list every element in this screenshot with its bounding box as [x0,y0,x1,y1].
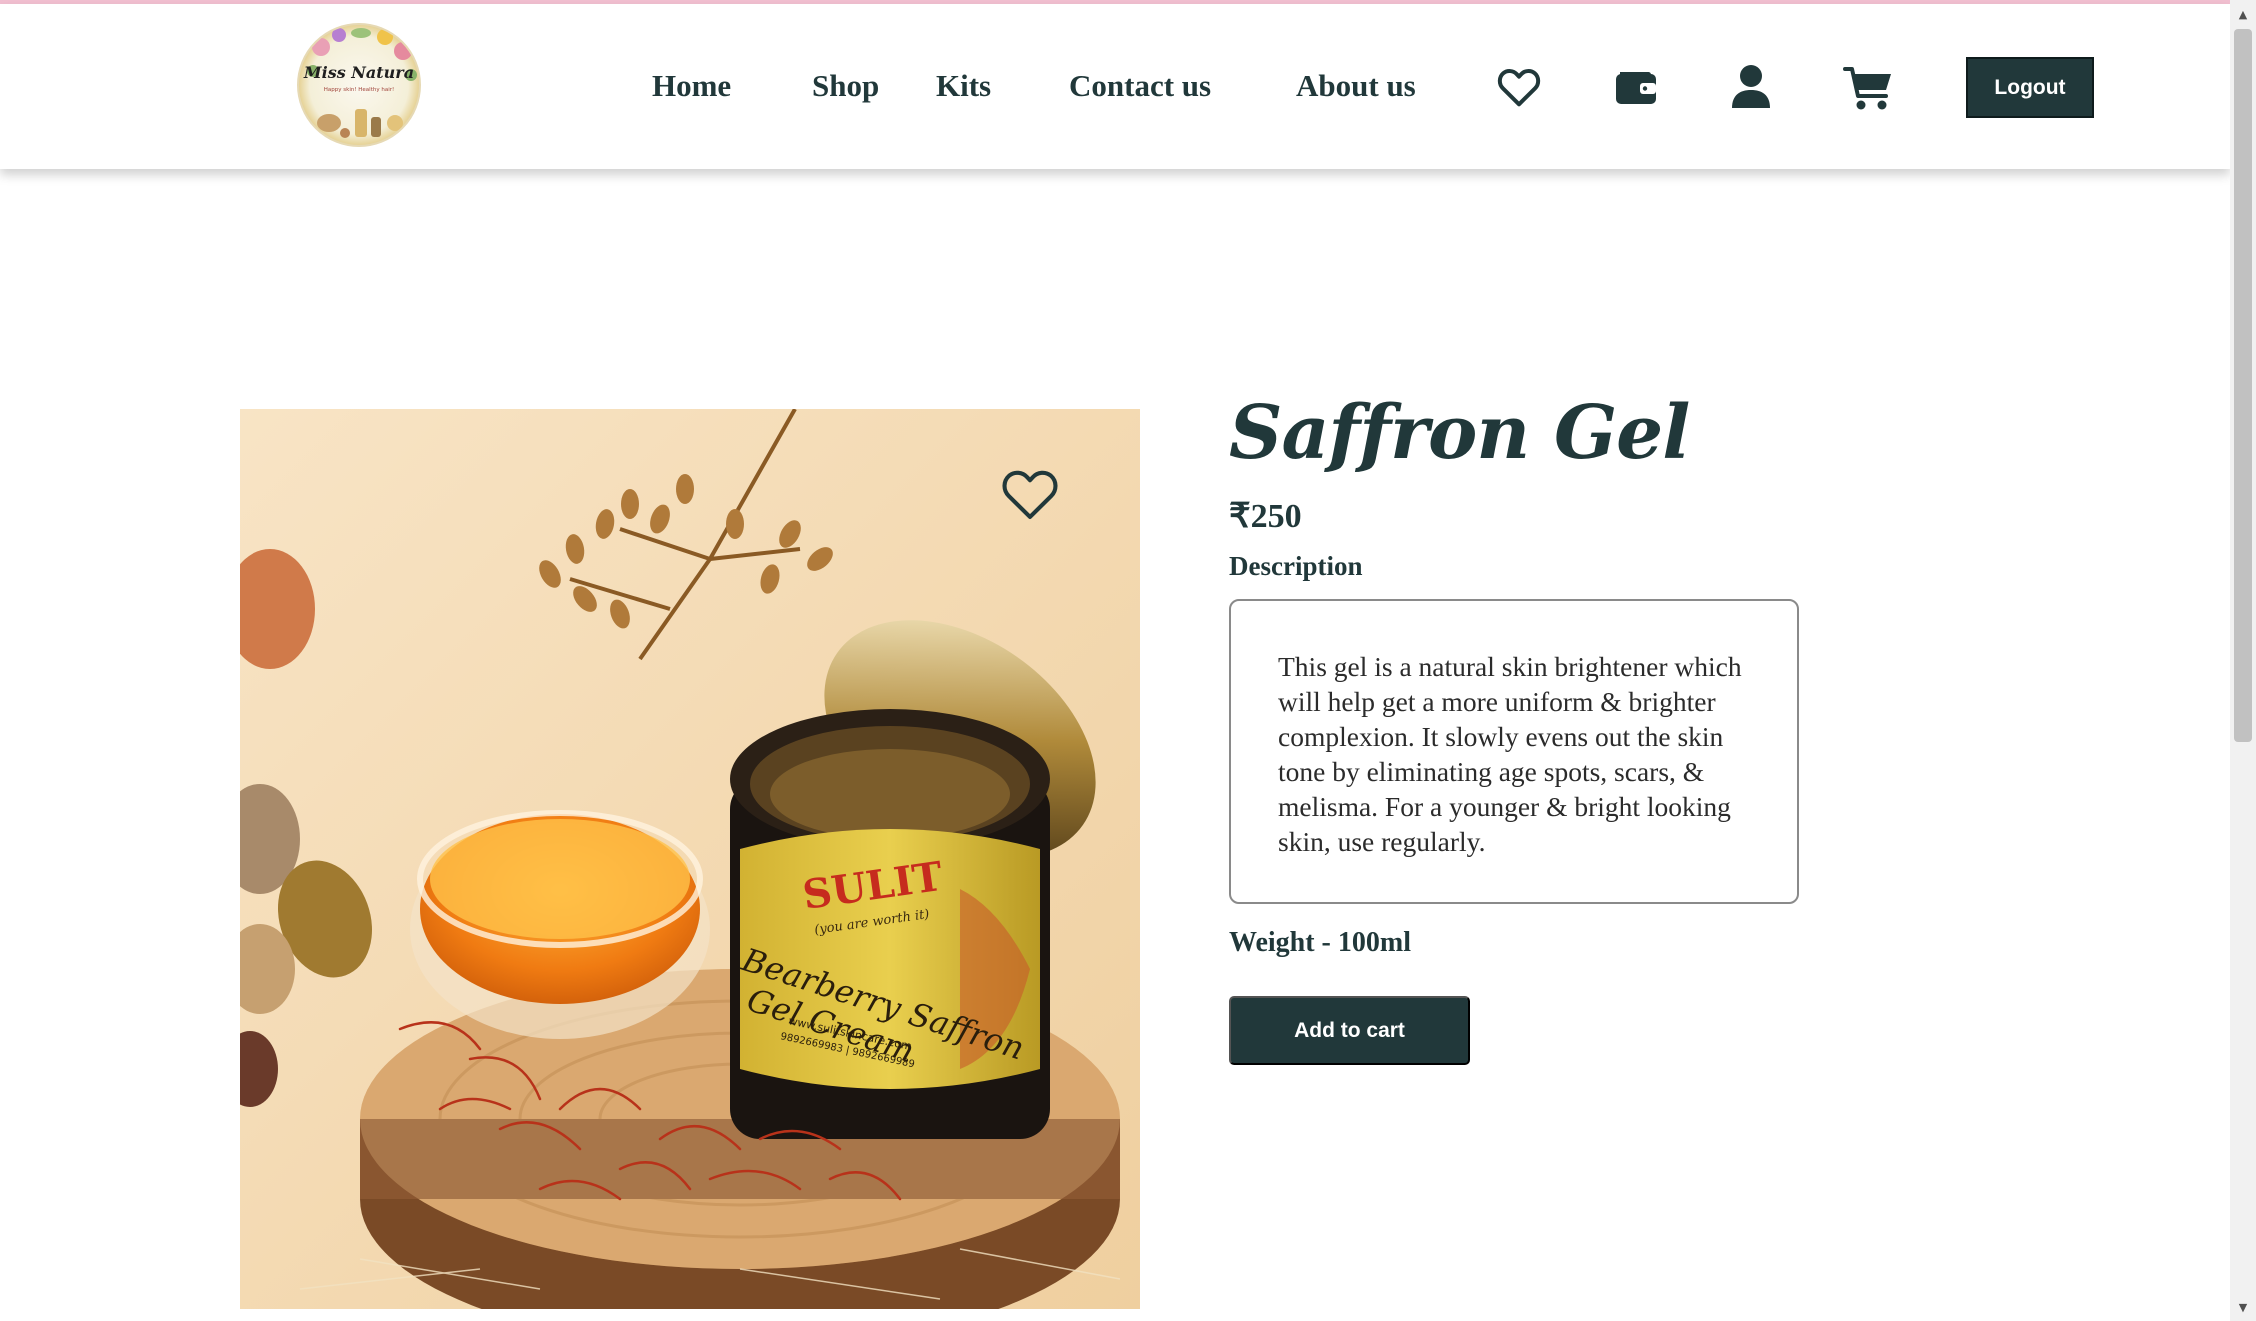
product-image: SULIT (you are worth it) Bearberry Saffr… [240,409,1140,1309]
wallet-icon[interactable] [1614,66,1658,106]
wishlist-heart-icon[interactable] [1001,467,1059,521]
scroll-up-arrow[interactable]: ▲ [2236,8,2250,22]
user-icon[interactable] [1730,64,1772,108]
scroll-down-arrow[interactable]: ▼ [2236,1301,2250,1315]
nav-kits-link[interactable]: Kits [936,66,991,106]
product-title: Saffron Gel [1229,390,1690,476]
add-to-cart-button[interactable]: Add to cart [1229,996,1470,1065]
scrollbar-thumb[interactable] [2234,29,2252,742]
product-photo: SULIT (you are worth it) Bearberry Saffr… [240,409,1140,1309]
logo-text: Miss Natura [303,63,415,82]
nav-about-link[interactable]: About us [1296,66,1416,106]
product-price: ₹250 [1229,498,1302,535]
cart-icon[interactable] [1843,66,1893,110]
logout-button[interactable]: Logout [1966,57,2094,118]
product-weight: Weight - 100ml [1229,927,1411,958]
nav-home-link[interactable]: Home [652,66,731,106]
description-label: Description [1229,551,1363,581]
description-text: This gel is a natural skin brightener wh… [1278,651,1742,857]
nav-shop-link[interactable]: Shop [812,66,879,106]
navbar: Miss Natura Happy skin! Healthy hair! Ho… [0,4,2230,169]
description-box: This gel is a natural skin brightener wh… [1229,599,1799,904]
heart-icon[interactable] [1497,67,1541,107]
logo-tagline: Happy skin! Healthy hair! [323,87,395,93]
logo-flora [307,28,417,138]
nav-contact-link[interactable]: Contact us [1069,66,1211,106]
brand-logo[interactable]: Miss Natura Happy skin! Healthy hair! [297,23,421,147]
